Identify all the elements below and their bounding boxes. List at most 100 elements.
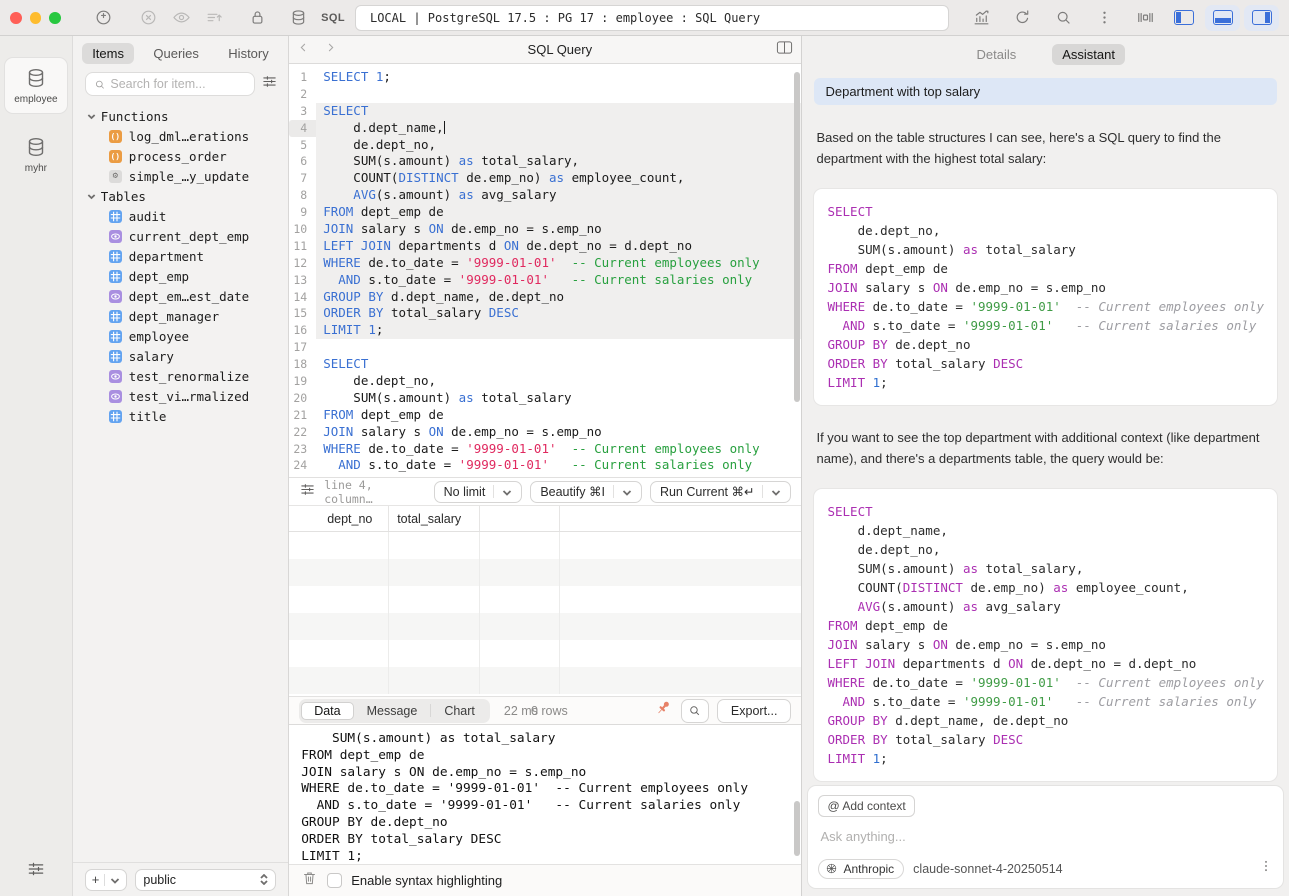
preview-eye-icon[interactable] [165,5,198,31]
editor-line-6: 6 SUM(s.amount) as total_salary, [289,153,801,170]
tree-item-process-order[interactable]: ()process_order [87,146,288,166]
result-tab-chart[interactable]: Chart [431,702,488,720]
search-input[interactable] [110,77,246,91]
line-number: 9 [289,204,316,221]
tree-item-employee[interactable]: employee [87,326,288,346]
query-editor-pane: SQL Query 1SELECT 1;23SELECT4 d.dept_nam… [289,36,802,896]
line-code: SELECT [316,103,801,120]
sidebar-tab-items[interactable]: Items [82,43,134,64]
conversation-topic[interactable]: Department with top salary [814,78,1277,105]
tree-item-dept-emp[interactable]: dept_emp [87,266,288,286]
toggle-left-panel-button[interactable] [1166,5,1201,31]
composer-menu-icon[interactable] [1259,858,1273,879]
sql-editor[interactable]: 1SELECT 1;23SELECT4 d.dept_name,5 de.dep… [289,64,801,477]
code-line: WHERE de.to_date = '9999-01-01' -- Curre… [827,673,1264,692]
database-icon[interactable] [282,5,315,31]
sidebar-search[interactable] [85,72,255,96]
model-name: claude-sonnet-4-20250514 [913,862,1250,876]
toggle-right-panel-button[interactable] [1244,5,1279,31]
results-grid: dept_no total_salary [289,505,801,696]
tree-item-salary[interactable]: salary [87,346,288,366]
toggle-bottom-panel-button[interactable] [1205,5,1240,31]
tree-item-dept-em-est-date[interactable]: dept_em…est_date [87,286,288,306]
tree-item-dept-manager[interactable]: dept_manager [87,306,288,326]
tree-item-department[interactable]: department [87,246,288,266]
tree-section-header-functions[interactable]: Functions [87,106,288,126]
log-icon[interactable] [198,5,231,31]
editor-line-19: 19 de.dept_no, [289,373,801,390]
more-options-icon[interactable] [1088,5,1121,31]
assistant-paragraph-2: If you want to see the top department wi… [814,427,1277,469]
add-item-button[interactable]: + [85,869,128,891]
tree-item-test-vi-rmalized[interactable]: test_vi…rmalized [87,386,288,406]
limit-dropdown[interactable]: No limit [434,481,523,503]
editor-line-24: 24 AND s.to_date = '9999-01-01' -- Curre… [289,457,801,474]
tree-item-audit[interactable]: audit [87,206,288,226]
pin-icon[interactable] [653,698,673,723]
zoom-window-button[interactable] [49,12,61,24]
tree-section-header-tables[interactable]: Tables [87,186,288,206]
close-window-button[interactable] [10,12,22,24]
result-tab-data[interactable]: Data [301,702,353,720]
minimize-window-button[interactable] [30,12,42,24]
editor-scrollbar[interactable] [794,72,800,402]
disconnect-icon[interactable] [132,5,165,31]
back-icon[interactable] [297,41,310,59]
refresh-icon[interactable] [1006,5,1039,31]
add-context-chip[interactable]: @ Add context [818,795,914,817]
line-number: 5 [289,137,316,154]
code-line: WHERE de.to_date = '9999-01-01' -- Curre… [827,297,1264,316]
editor-tabbar: SQL Query [289,36,801,64]
forward-icon[interactable] [324,41,337,59]
chart-icon[interactable] [965,5,998,31]
assistant-tab-details[interactable]: Details [966,44,1026,65]
code-line: SUM(s.amount) as total_salary [827,240,1264,259]
tab-sql-query[interactable]: SQL Query [343,42,776,57]
table-row [289,586,801,613]
column-header-dept-no[interactable]: dept_no [319,506,389,531]
editor-line-7: 7 COUNT(DISTINCT de.emp_no) as employee_… [289,170,801,187]
rail-settings-icon[interactable] [26,859,46,896]
tree-item-simple-y-update[interactable]: ⚙simple_…y_update [87,166,288,186]
schema-selector[interactable]: public [135,869,276,891]
workflow-icon[interactable] [1129,5,1162,31]
editor-line-8: 8 AVG(s.amount) as avg_salary [289,187,801,204]
trash-icon[interactable] [301,869,318,892]
connection-list: employee myhr [5,58,67,196]
result-tab-message[interactable]: Message [354,702,431,720]
syntax-highlighting-checkbox[interactable] [327,873,342,888]
column-header-total-salary[interactable]: total_salary [389,506,480,531]
split-editor-icon[interactable] [776,40,793,60]
tree-section-functions: Functions()log_dml…erations()process_ord… [87,106,288,186]
tree-item-log-dml-erations[interactable]: ()log_dml…erations [87,126,288,146]
connection-icon[interactable] [87,5,120,31]
export-button[interactable]: Export... [717,699,792,723]
sidebar-tab-history[interactable]: History [218,43,278,64]
connection-rail: employee myhr [0,36,73,896]
search-icon[interactable] [1047,5,1080,31]
run-current-button[interactable]: Run Current ⌘↵ [650,481,792,503]
beautify-dropdown[interactable]: Beautify ⌘I [530,481,642,503]
tree-item-title[interactable]: title [87,406,288,426]
ask-input[interactable]: Ask anything... [820,829,1271,844]
provider-pill[interactable]: Anthropic [818,859,904,879]
assistant-conversation[interactable]: Department with top salary Based on the … [802,66,1289,786]
assistant-tab-assistant[interactable]: Assistant [1052,44,1125,65]
tree-item-current-dept-emp[interactable]: current_dept_emp [87,226,288,246]
tree-item-test-renormalize[interactable]: test_renormalize [87,366,288,386]
message-scrollbar[interactable] [794,801,800,856]
editor-line-15: 15ORDER BY total_salary DESC [289,305,801,322]
sidebar-tab-queries[interactable]: Queries [143,43,209,64]
search-results-button[interactable] [681,699,709,723]
line-number: 12 [289,255,316,272]
lock-icon[interactable] [241,5,274,31]
editor-settings-icon[interactable] [299,481,316,503]
connection-myhr[interactable]: myhr [5,127,67,182]
line-code: FROM dept_emp de [316,407,801,424]
filter-icon[interactable] [261,73,278,95]
line-number: 18 [289,356,316,373]
window-title[interactable]: LOCAL | PostgreSQL 17.5 : PG 17 : employ… [355,5,949,31]
connection-employee[interactable]: employee [5,58,67,113]
message-panel[interactable]: SUM(s.amount) as total_salaryFROM dept_e… [289,724,801,864]
column-header-empty [480,506,560,531]
